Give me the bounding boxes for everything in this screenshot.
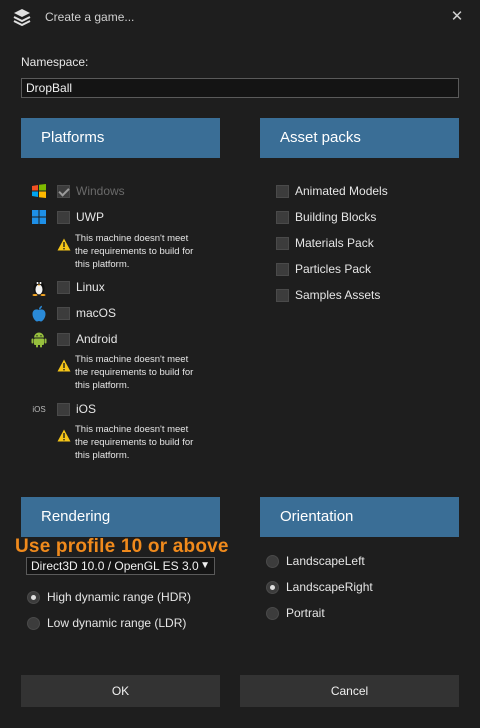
rendering-header: Rendering <box>21 497 220 537</box>
render-option-label: Low dynamic range (LDR) <box>47 616 187 630</box>
asset-pack-building-blocks[interactable]: Building Blocks <box>276 208 376 226</box>
warning-line: the requirements to build for <box>75 246 194 257</box>
hdr-radio[interactable] <box>27 590 40 604</box>
window-title: Create a game... <box>45 10 135 24</box>
samples-assets-checkbox[interactable] <box>276 288 289 302</box>
platform-label-uwp: UWP <box>76 210 104 224</box>
namespace-input[interactable] <box>21 78 459 98</box>
warning-line: This machine doesn't meet <box>75 424 189 435</box>
platform-label-linux: Linux <box>76 280 105 294</box>
render-option-hdr[interactable]: High dynamic range (HDR) <box>27 588 191 606</box>
stacked-layers-icon <box>13 9 31 26</box>
ios-checkbox[interactable] <box>57 402 70 416</box>
platform-uwp-row[interactable]: UWP <box>57 208 104 226</box>
warning-line: this platform. <box>75 259 130 270</box>
render-option-ldr[interactable]: Low dynamic range (LDR) <box>27 614 186 632</box>
particles-pack-checkbox[interactable] <box>276 262 289 276</box>
ios-icon: iOS <box>32 404 46 414</box>
close-icon[interactable]: ✕ <box>448 8 466 26</box>
platform-label-ios: iOS <box>76 402 97 416</box>
uwp-logo-icon <box>30 208 48 226</box>
platforms-header: Platforms <box>21 118 220 158</box>
asset-pack-label: Animated Models <box>295 184 388 198</box>
platform-label-android: Android <box>76 332 118 346</box>
platform-macos-row[interactable]: macOS <box>57 304 116 322</box>
asset-pack-label: Particles Pack <box>295 262 372 276</box>
asset-pack-label: Samples Assets <box>295 288 381 302</box>
asset-pack-label: Materials Pack <box>295 236 374 250</box>
orientation-portrait[interactable]: Portrait <box>266 604 325 622</box>
orientation-label: LandscapeLeft <box>286 554 365 568</box>
warning-line: the requirements to build for <box>75 367 194 378</box>
asset-pack-animated-models[interactable]: Animated Models <box>276 182 388 200</box>
namespace-label: Namespace: <box>21 55 89 69</box>
uwp-checkbox[interactable] <box>57 210 70 224</box>
landscape-left-radio[interactable] <box>266 554 279 568</box>
warning-line: This machine doesn't meet <box>75 233 189 244</box>
orientation-landscape-left[interactable]: LandscapeLeft <box>266 552 365 570</box>
cancel-button[interactable]: Cancel <box>240 675 459 707</box>
apple-icon <box>30 304 48 322</box>
orientation-label: Portrait <box>286 606 325 620</box>
portrait-radio[interactable] <box>266 606 279 620</box>
asset-pack-samples-assets[interactable]: Samples Assets <box>276 286 380 304</box>
macos-checkbox[interactable] <box>57 306 70 320</box>
title-bar: Create a game... ✕ <box>0 0 480 34</box>
platform-ios-row[interactable]: iOS <box>57 400 96 418</box>
render-option-label: High dynamic range (HDR) <box>47 590 192 604</box>
landscape-right-radio[interactable] <box>266 580 279 594</box>
linux-penguin-icon <box>30 278 48 296</box>
platform-linux-row[interactable]: Linux <box>57 278 105 296</box>
orientation-header: Orientation <box>260 497 459 537</box>
linux-checkbox[interactable] <box>57 280 70 294</box>
asset-pack-label: Building Blocks <box>295 210 377 224</box>
android-icon <box>30 330 48 348</box>
orientation-label: LandscapeRight <box>286 580 373 594</box>
orientation-landscape-right[interactable]: LandscapeRight <box>266 578 373 596</box>
platform-label-macos: macOS <box>76 306 117 320</box>
asset-pack-particles-pack[interactable]: Particles Pack <box>276 260 371 278</box>
materials-pack-checkbox[interactable] <box>276 236 289 250</box>
animated-models-checkbox[interactable] <box>276 184 289 198</box>
android-checkbox[interactable] <box>57 332 70 346</box>
profile-note-annotation: Use profile 10 or above <box>15 536 229 557</box>
platform-windows-row[interactable]: Windows <box>57 182 125 200</box>
chevron-down-icon: ▼ <box>200 560 210 571</box>
warning-line: this platform. <box>75 380 130 391</box>
warning-icon <box>57 238 71 251</box>
ok-button[interactable]: OK <box>21 675 220 707</box>
warning-icon <box>57 359 71 372</box>
graphics-profile-value: Direct3D 10.0 / OpenGL ES 3.0 <box>31 559 199 573</box>
warning-line: this platform. <box>75 450 130 461</box>
platform-android-row[interactable]: Android <box>57 330 117 348</box>
warning-line: This machine doesn't meet <box>75 354 189 365</box>
building-blocks-checkbox[interactable] <box>276 210 289 224</box>
windows-logo-icon <box>30 182 48 200</box>
warning-icon <box>57 429 71 442</box>
warning-line: the requirements to build for <box>75 437 194 448</box>
ldr-radio[interactable] <box>27 616 40 630</box>
windows-checkbox[interactable] <box>57 184 70 198</box>
graphics-profile-select[interactable]: Direct3D 10.0 / OpenGL ES 3.0 ▼ <box>26 557 215 575</box>
asset-packs-header: Asset packs <box>260 118 459 158</box>
platform-label-windows: Windows <box>76 184 125 198</box>
asset-pack-materials-pack[interactable]: Materials Pack <box>276 234 374 252</box>
